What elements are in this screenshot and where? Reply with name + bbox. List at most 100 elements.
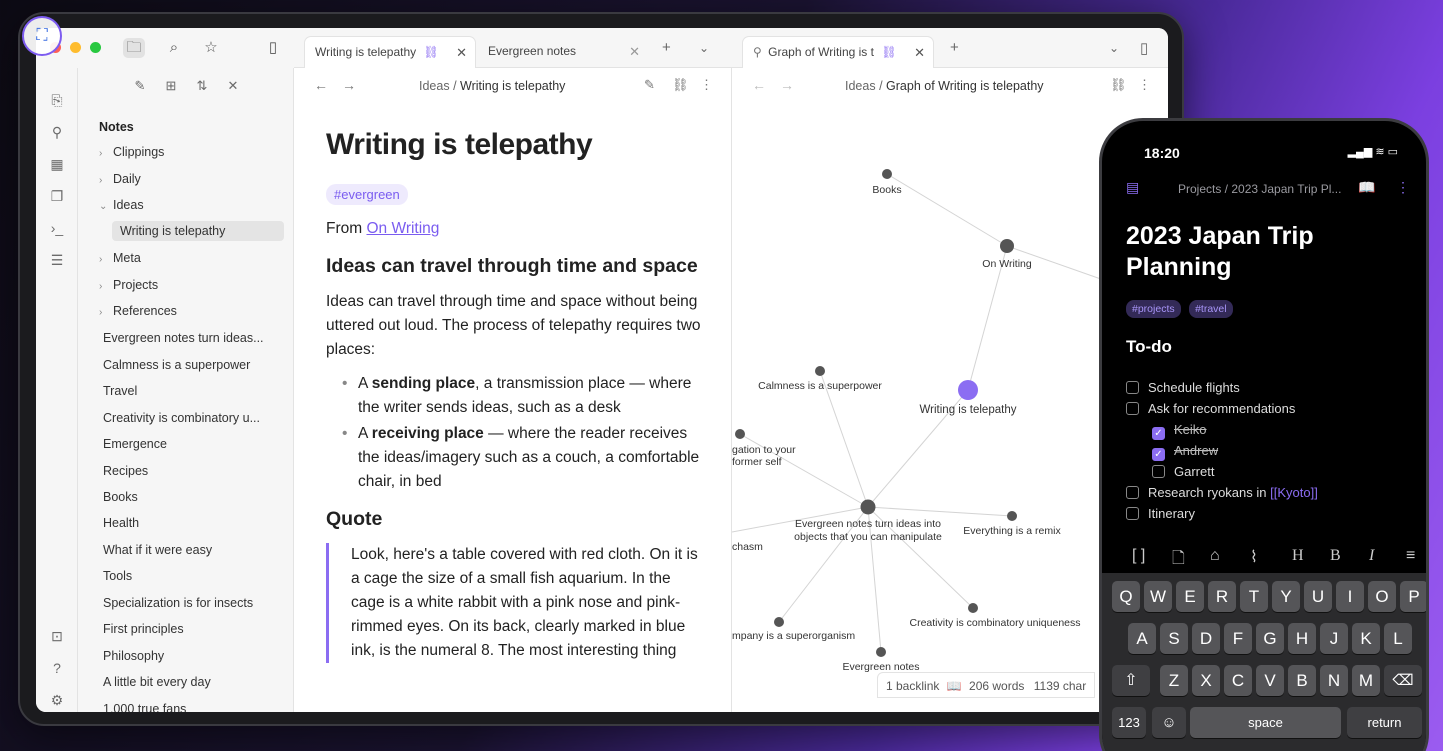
list-item[interactable]: Emergence xyxy=(103,437,167,451)
vault-icon[interactable]: ⊡ xyxy=(47,626,67,646)
tab-list-chevron-icon[interactable]: ⌄ xyxy=(699,41,709,55)
list-item[interactable]: What if it were easy xyxy=(103,543,212,557)
backlink-count[interactable]: 1 backlink xyxy=(886,679,939,693)
tab-graph[interactable]: ⚲ Graph of Writing is t ⛓ ✕ xyxy=(742,36,934,68)
internal-link-on-writing[interactable]: On Writing xyxy=(366,220,439,237)
minimize-window-button[interactable] xyxy=(70,42,81,53)
settings-icon[interactable]: ⚙ xyxy=(47,690,67,710)
tag-icon[interactable]: ⌂ xyxy=(1210,547,1220,565)
key[interactable]: E xyxy=(1176,581,1204,612)
list-item[interactable]: 1,000 true fans xyxy=(103,702,186,712)
graph-node[interactable] xyxy=(735,429,745,439)
help-icon[interactable]: ? xyxy=(47,658,67,678)
checkbox-checked[interactable]: ✓ xyxy=(1152,448,1165,461)
key[interactable]: K xyxy=(1352,623,1380,654)
bold-icon[interactable]: B xyxy=(1330,547,1341,565)
graph-node[interactable] xyxy=(1007,511,1017,521)
list-item[interactable]: Travel xyxy=(103,384,137,398)
key[interactable]: V xyxy=(1256,665,1284,696)
key[interactable]: G xyxy=(1256,623,1284,654)
list-item[interactable]: Philosophy xyxy=(103,649,164,663)
folder-ideas[interactable]: ⌄ Ideas xyxy=(99,198,144,212)
todo-item[interactable]: ✓ Andrew xyxy=(1152,443,1218,461)
breadcrumb[interactable]: Projects / 2023 Japan Trip Pl... xyxy=(1178,182,1341,196)
todo-item[interactable]: Ask for recommendations xyxy=(1126,401,1295,416)
todo-item[interactable]: Garrett xyxy=(1152,464,1214,479)
italic-icon[interactable]: I xyxy=(1369,547,1374,565)
new-folder-icon[interactable]: ⊞ xyxy=(162,77,180,95)
list-item[interactable]: Recipes xyxy=(103,464,148,478)
key[interactable]: W xyxy=(1144,581,1172,612)
folder-daily[interactable]: › Daily xyxy=(99,172,141,186)
key[interactable]: B xyxy=(1288,665,1316,696)
key[interactable]: I xyxy=(1336,581,1364,612)
key[interactable]: R xyxy=(1208,581,1236,612)
tab-list-chevron-icon[interactable]: ⌄ xyxy=(1109,41,1119,55)
checkbox[interactable] xyxy=(1126,486,1139,499)
new-tab-icon[interactable]: + xyxy=(950,39,959,56)
key[interactable]: D xyxy=(1192,623,1220,654)
folder-references[interactable]: › References xyxy=(99,304,177,318)
key[interactable]: N xyxy=(1320,665,1348,696)
todo-item[interactable]: Itinerary xyxy=(1126,506,1195,521)
todo-item[interactable]: Research ryokans in [[Kyoto]] xyxy=(1126,485,1318,500)
key[interactable]: U xyxy=(1304,581,1332,612)
tab-evergreen-notes[interactable]: Evergreen notes ✕ xyxy=(478,36,648,68)
close-tab-icon[interactable]: ✕ xyxy=(456,45,467,61)
list-item[interactable]: Creativity is combinatory u... xyxy=(103,411,260,425)
back-arrow-icon[interactable]: ← xyxy=(752,77,766,93)
return-key[interactable]: return xyxy=(1347,707,1422,738)
link-icon[interactable]: ⛓ xyxy=(672,77,689,93)
more-options-icon[interactable]: ⋮ xyxy=(1396,179,1410,196)
key[interactable]: Y xyxy=(1272,581,1300,612)
brackets-icon[interactable]: [ ] xyxy=(1132,547,1145,565)
files-icon[interactable]: 🗀 xyxy=(123,38,145,58)
graph-node[interactable] xyxy=(774,617,784,627)
list-item[interactable]: Specialization is for insects xyxy=(103,596,253,610)
bookmark-star-icon[interactable]: ☆ xyxy=(200,38,222,58)
key[interactable]: Q xyxy=(1112,581,1140,612)
list-item[interactable]: First principles xyxy=(103,622,184,636)
key[interactable]: Z xyxy=(1160,665,1188,696)
sort-icon[interactable]: ⇅ xyxy=(193,77,211,95)
key[interactable]: F xyxy=(1224,623,1252,654)
forward-arrow-icon[interactable]: → xyxy=(342,77,356,93)
graph-node[interactable] xyxy=(968,603,978,613)
key[interactable]: C xyxy=(1224,665,1252,696)
key[interactable]: O xyxy=(1368,581,1396,612)
tag-projects[interactable]: #projects xyxy=(1126,300,1181,318)
key[interactable]: J xyxy=(1320,623,1348,654)
strikethrough-icon[interactable]: ≡ xyxy=(1406,547,1415,565)
tab-writing-is-telepathy[interactable]: Writing is telepathy ⛓ ✕ xyxy=(304,36,476,68)
todo-item[interactable]: ✓ Keiko xyxy=(1152,422,1207,440)
file-icon[interactable]: 🗋 xyxy=(1172,547,1185,574)
graph-node-current[interactable] xyxy=(958,380,978,400)
emoji-key-icon[interactable]: ☺ xyxy=(1152,707,1186,738)
list-item[interactable]: Books xyxy=(103,490,138,504)
more-options-icon[interactable]: ⋮ xyxy=(1138,77,1151,93)
checkbox-checked[interactable]: ✓ xyxy=(1152,427,1165,440)
new-canvas-icon[interactable]: ☰ xyxy=(47,250,67,270)
backspace-key-icon[interactable]: ⌫ xyxy=(1384,665,1422,696)
graph-icon[interactable]: ⚲ xyxy=(47,122,67,142)
shift-key-icon[interactable]: ⇧ xyxy=(1112,665,1150,696)
list-item[interactable]: Health xyxy=(103,516,139,530)
close-tab-icon[interactable]: ✕ xyxy=(914,45,925,61)
key[interactable]: H xyxy=(1288,623,1316,654)
pages-icon[interactable]: ❐ xyxy=(47,186,67,206)
key[interactable]: P xyxy=(1400,581,1426,612)
key[interactable]: L xyxy=(1384,623,1412,654)
toggle-right-sidebar-icon[interactable]: ▯ xyxy=(1140,39,1148,57)
list-item[interactable]: A little bit every day xyxy=(103,675,211,689)
new-note-icon[interactable]: ✎ xyxy=(131,77,149,95)
heading-icon[interactable]: H xyxy=(1292,547,1304,565)
todo-item[interactable]: Schedule flights xyxy=(1126,380,1240,395)
tag-evergreen[interactable]: #evergreen xyxy=(326,184,408,205)
toggle-sidebar-icon[interactable]: ▯ xyxy=(262,38,284,58)
open-note-icon[interactable]: ⎘ xyxy=(47,90,67,110)
graph-node[interactable] xyxy=(882,169,892,179)
list-item[interactable]: Evergreen notes turn ideas... xyxy=(103,331,264,345)
attachment-icon[interactable]: ⌇ xyxy=(1250,547,1258,567)
terminal-icon[interactable]: ›_ xyxy=(47,218,67,238)
list-item[interactable]: Tools xyxy=(103,569,132,583)
